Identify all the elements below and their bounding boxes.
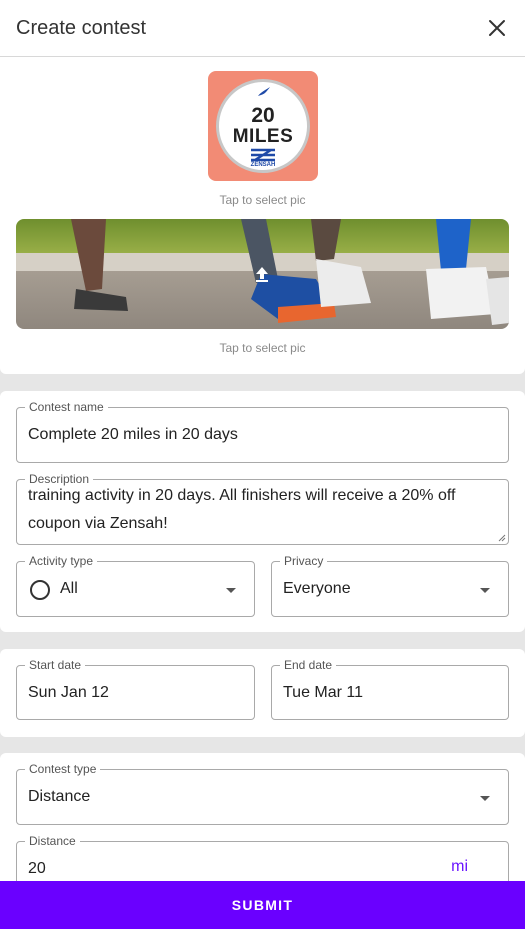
badge-word: MILES xyxy=(232,126,294,147)
chevron-down-icon[interactable] xyxy=(480,796,490,801)
badge-image: 20 MILES ZENSAH xyxy=(216,79,310,173)
privacy-select[interactable]: Privacy Everyone xyxy=(271,553,509,617)
avatar-caption: Tap to select pic xyxy=(219,193,306,207)
dialog-header: Create contest xyxy=(0,0,525,57)
upload-icon xyxy=(256,267,268,282)
privacy-label: Privacy xyxy=(280,553,328,569)
contest-type-value: Distance xyxy=(28,788,91,805)
media-card: 20 MILES ZENSAH Tap to select pic Tap to… xyxy=(0,57,525,374)
dialog-title: Create contest xyxy=(16,17,147,39)
dates-card: Start date Sun Jan 12 End date Tue Mar 1… xyxy=(0,649,525,737)
contest-name-label: Contest name xyxy=(25,399,108,415)
banner-image[interactable] xyxy=(16,219,509,329)
submit-button[interactable]: SUBMIT xyxy=(0,881,525,929)
privacy-value: Everyone xyxy=(283,580,351,597)
zensah-logo-icon xyxy=(251,148,275,162)
resize-grip-icon[interactable] xyxy=(498,534,506,542)
end-date-label: End date xyxy=(280,657,337,673)
activity-type-select[interactable]: Activity type All xyxy=(16,553,255,617)
contest-name-input[interactable]: Complete 20 miles in 20 days xyxy=(28,426,238,444)
banner-caption: Tap to select pic xyxy=(219,341,306,355)
activity-radio-icon[interactable] xyxy=(30,580,50,600)
end-date-field[interactable]: End date Tue Mar 11 xyxy=(271,657,509,720)
end-date-value[interactable]: Tue Mar 11 xyxy=(283,684,363,702)
distance-label: Distance xyxy=(25,833,80,849)
badge-number: 20 xyxy=(251,104,275,127)
description-field[interactable]: Description training activity in 20 days… xyxy=(16,471,509,545)
distance-input[interactable]: 20 xyxy=(28,860,46,878)
chevron-down-icon[interactable] xyxy=(480,588,490,593)
contest-name-field[interactable]: Contest name Complete 20 miles in 20 day… xyxy=(16,399,509,463)
chevron-down-icon[interactable] xyxy=(226,588,236,593)
contest-type-card: Contest type Distance Distance 20 mi xyxy=(0,753,525,897)
activity-type-value: All xyxy=(60,580,78,597)
contest-type-select[interactable]: Contest type Distance xyxy=(16,761,509,825)
distance-unit: mi xyxy=(451,858,468,875)
contest-type-label: Contest type xyxy=(25,761,101,777)
description-textarea[interactable]: training activity in 20 days. All finish… xyxy=(28,482,498,538)
start-date-value[interactable]: Sun Jan 12 xyxy=(28,684,109,702)
details-card: Contest name Complete 20 miles in 20 day… xyxy=(0,391,525,632)
start-date-field[interactable]: Start date Sun Jan 12 xyxy=(16,657,255,720)
bird-logo-icon xyxy=(258,87,270,96)
badge-brand: ZENSAH xyxy=(250,162,276,168)
start-date-label: Start date xyxy=(25,657,86,673)
activity-type-label: Activity type xyxy=(25,553,98,569)
close-icon[interactable] xyxy=(487,18,507,38)
contest-avatar[interactable]: 20 MILES ZENSAH xyxy=(208,71,318,181)
